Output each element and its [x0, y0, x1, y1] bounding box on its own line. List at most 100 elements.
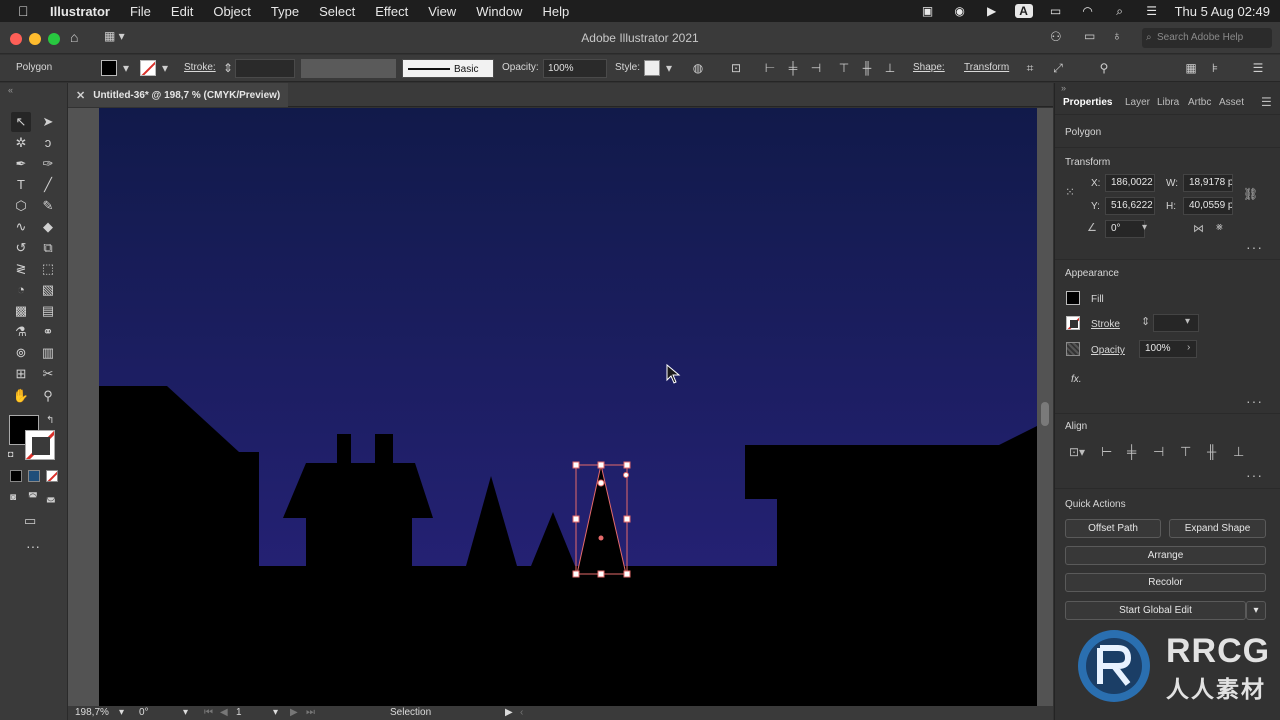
- artboard-chevron-icon[interactable]: ▾: [273, 707, 278, 718]
- lasso-tool-icon[interactable]: ↄ: [38, 133, 58, 153]
- arrange-grid-icon[interactable]: ▦: [1183, 60, 1199, 76]
- handle-top-center[interactable]: [597, 461, 605, 469]
- change-screen-mode-icon[interactable]: ▭: [24, 513, 36, 529]
- stroke-weight-stepper[interactable]: ⇕: [220, 60, 236, 76]
- reference-point-icon[interactable]: ⁙: [1065, 185, 1082, 202]
- y-field[interactable]: 516,6222: [1105, 197, 1155, 215]
- menu-select[interactable]: Select: [319, 4, 355, 19]
- rotate-angle-chevron-icon[interactable]: ▾: [1142, 222, 1147, 233]
- collapse-panel-icon[interactable]: «: [8, 85, 13, 95]
- default-colors-icon[interactable]: ◘: [8, 449, 13, 459]
- battery-icon[interactable]: ▭: [1047, 4, 1065, 18]
- free-transform-tool-icon[interactable]: ⬚: [38, 259, 58, 279]
- menu-view[interactable]: View: [428, 4, 456, 19]
- flip-horizontal-icon[interactable]: ⋈: [1193, 222, 1204, 235]
- variable-width-profile[interactable]: [301, 59, 396, 78]
- menu-file[interactable]: File: [130, 4, 151, 19]
- direct-selection-tool-icon[interactable]: ➤: [38, 112, 58, 132]
- canvas-area[interactable]: [68, 108, 1053, 706]
- collapse-dock-icon[interactable]: »: [1061, 83, 1066, 93]
- color-mode-icon[interactable]: [10, 470, 22, 482]
- draw-normal-icon[interactable]: ◙: [10, 492, 16, 503]
- fill-dropdown-chevron-icon[interactable]: ▾: [118, 60, 134, 76]
- align-top-icon[interactable]: ⊤: [836, 60, 852, 76]
- rotate-widget[interactable]: [623, 472, 629, 478]
- recolor-button[interactable]: Recolor: [1065, 573, 1266, 592]
- stroke-weight-chevron-icon[interactable]: ▾: [1185, 316, 1190, 327]
- previous-artboard-icon[interactable]: ◀: [220, 707, 228, 718]
- transform-more-options-icon[interactable]: ···: [1246, 239, 1263, 255]
- shape-builder-tool-icon[interactable]: ◔: [11, 280, 31, 300]
- brush-definition[interactable]: Basic: [402, 59, 494, 78]
- graph-tool-icon[interactable]: ▥: [38, 343, 58, 363]
- vertical-scrollbar[interactable]: [1040, 118, 1050, 698]
- panel-align-bottom-icon[interactable]: ⊥: [1233, 444, 1244, 460]
- global-edit-options-chevron-icon[interactable]: ▾: [1246, 601, 1266, 620]
- handle-bottom-right[interactable]: [623, 570, 631, 578]
- draw-behind-icon[interactable]: ◚: [28, 492, 38, 503]
- offset-path-button[interactable]: Offset Path: [1065, 519, 1161, 538]
- close-tab-icon[interactable]: ✕: [76, 89, 85, 102]
- magic-wand-tool-icon[interactable]: ✲: [11, 133, 31, 153]
- menu-app-name[interactable]: Illustrator: [50, 4, 110, 19]
- transform-options-icon[interactable]: ⤢: [1050, 60, 1066, 76]
- handle-middle-left[interactable]: [572, 515, 580, 523]
- curvature-tool-icon[interactable]: ✑: [38, 154, 58, 174]
- type-tool-icon[interactable]: T: [11, 175, 31, 195]
- tab-libraries[interactable]: Libra: [1157, 97, 1183, 108]
- control-center-icon[interactable]: ☰: [1143, 4, 1161, 18]
- tab-artboards[interactable]: Artbc: [1188, 97, 1214, 108]
- scroll-left-icon[interactable]: ‹: [520, 707, 523, 718]
- scale-tool-icon[interactable]: ⧉: [38, 238, 58, 258]
- width-tool-icon[interactable]: ≷: [11, 259, 31, 279]
- rotate-view-value[interactable]: 0°: [139, 707, 149, 718]
- keyboard-a-icon[interactable]: A: [1014, 4, 1033, 18]
- h-field[interactable]: 40,0559 p: [1183, 197, 1233, 215]
- graphic-style-swatch[interactable]: [644, 60, 660, 76]
- spotlight-search-icon[interactable]: ⌕: [1111, 4, 1129, 18]
- artboard-tool-icon[interactable]: ⊞: [11, 364, 31, 384]
- handle-middle-right[interactable]: [623, 515, 631, 523]
- menu-type[interactable]: Type: [271, 4, 299, 19]
- appearance-stroke-label[interactable]: Stroke: [1091, 319, 1120, 330]
- rotate-tool-icon[interactable]: ↺: [11, 238, 31, 258]
- appearance-opacity-label[interactable]: Opacity: [1091, 345, 1125, 356]
- gradient-mode-icon[interactable]: [28, 470, 40, 482]
- pen-tool-icon[interactable]: ✒: [11, 154, 31, 174]
- handle-bottom-left[interactable]: [572, 570, 580, 578]
- handle-bottom-center[interactable]: [597, 570, 605, 578]
- panel-menu-icon[interactable]: ☰: [1261, 95, 1272, 109]
- blend-tool-icon[interactable]: ⚭: [38, 322, 58, 342]
- share-icon[interactable]: ⚇: [1050, 29, 1062, 45]
- tab-layers[interactable]: Layer: [1125, 97, 1151, 108]
- start-global-edit-button[interactable]: Start Global Edit: [1065, 601, 1246, 620]
- perspective-grid-tool-icon[interactable]: ▩: [11, 301, 31, 321]
- stroke-swatch[interactable]: [140, 60, 156, 76]
- opacity-chevron-icon[interactable]: ›: [1187, 342, 1190, 353]
- appearance-stroke-swatch[interactable]: [1066, 316, 1080, 330]
- shape-label[interactable]: Shape:: [913, 62, 945, 73]
- arrange-button[interactable]: Arrange: [1065, 546, 1266, 565]
- handle-top-right[interactable]: [623, 461, 631, 469]
- next-artboard-icon[interactable]: ▶: [290, 707, 298, 718]
- none-mode-icon[interactable]: [46, 470, 58, 482]
- polygon-tool-icon[interactable]: ⬡: [11, 196, 31, 216]
- opacity-field[interactable]: 100%: [543, 59, 607, 78]
- stroke-weight-stepper[interactable]: ⇕: [1141, 315, 1150, 328]
- line-segment-tool-icon[interactable]: ╱: [38, 175, 58, 195]
- menu-help[interactable]: Help: [542, 4, 569, 19]
- help-search-input[interactable]: ⌕ Search Adobe Help: [1142, 28, 1272, 48]
- align-to-icon[interactable]: ⊡: [728, 60, 744, 76]
- symbol-sprayer-tool-icon[interactable]: ⊚: [11, 343, 31, 363]
- handle-top-left[interactable]: [572, 461, 580, 469]
- screen-record-icon[interactable]: ▣: [919, 4, 937, 18]
- control-bar-menu-icon[interactable]: ☰: [1250, 60, 1266, 76]
- transform-reference-icon[interactable]: ⌗: [1022, 60, 1038, 76]
- menu-window[interactable]: Window: [476, 4, 522, 19]
- panel-align-vcenter-icon[interactable]: ╫: [1207, 444, 1216, 459]
- flip-vertical-icon[interactable]: ⨳: [1216, 221, 1223, 234]
- document-tab[interactable]: ✕ Untitled-36* @ 198,7 % (CMYK/Preview): [68, 83, 289, 107]
- artboard-number[interactable]: 1: [236, 707, 242, 718]
- align-horizontal-center-icon[interactable]: ╪: [785, 60, 801, 76]
- paintbrush-tool-icon[interactable]: ✎: [38, 196, 58, 216]
